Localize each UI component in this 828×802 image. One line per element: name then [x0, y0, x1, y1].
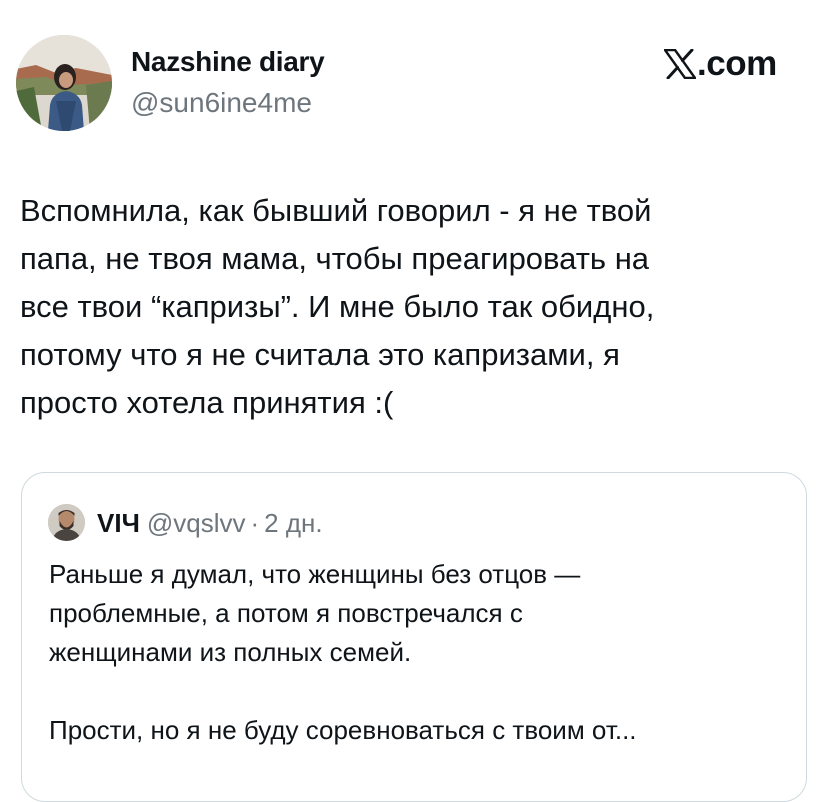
quoted-tweet-text: Раньше я думал, что женщины без отцов — …	[49, 555, 789, 750]
quoted-line: Прости, но я не буду соревноваться с тво…	[49, 715, 637, 745]
quoted-tweet-header: VIЧ @vqslvv · 2 дн.	[97, 506, 323, 540]
author-photo	[16, 35, 112, 131]
tweet-line: папа, не твоя мама, чтобы преагировать н…	[20, 241, 650, 276]
quoted-author-name[interactable]: VIЧ	[97, 506, 140, 540]
author-handle[interactable]: @sun6ine4me	[131, 86, 312, 120]
quoted-line: женщинами из полных семей.	[49, 637, 412, 667]
tweet-line: Вспомнила, как бывший говорил - я не тво…	[20, 193, 652, 228]
header-separator: ·	[250, 508, 260, 538]
brand-domain: .com	[697, 44, 777, 83]
quoted-tweet[interactable]: VIЧ @vqslvv · 2 дн. Раньше я думал, что …	[21, 472, 807, 802]
quoted-line: Раньше я думал, что женщины без отцов —	[49, 559, 581, 589]
brand-logo: .com	[663, 44, 777, 83]
quoted-author-handle[interactable]: @vqslvv	[147, 506, 246, 540]
author-name[interactable]: Nazshine diary	[131, 44, 325, 80]
quoted-author-photo	[48, 504, 85, 541]
quoted-line-blank	[49, 672, 789, 711]
author-avatar[interactable]	[16, 35, 112, 131]
tweet-line: все твои “капризы”. И мне было так обидн…	[20, 289, 655, 324]
quoted-author-avatar[interactable]	[48, 504, 85, 541]
tweet-line: просто хотела принятия :(	[20, 385, 394, 420]
tweet-text: Вспомнила, как бывший говорил - я не тво…	[20, 187, 800, 427]
tweet-card: Nazshine diary @sun6ine4me .com Вспомнил…	[0, 0, 828, 802]
tweet-line: потому что я не считала это капризами, я	[20, 337, 620, 372]
quoted-line: проблемные, а потом я повстречался с	[49, 598, 523, 628]
quoted-tweet-timestamp[interactable]: 2 дн.	[264, 506, 322, 540]
x-logo-icon	[663, 48, 697, 80]
